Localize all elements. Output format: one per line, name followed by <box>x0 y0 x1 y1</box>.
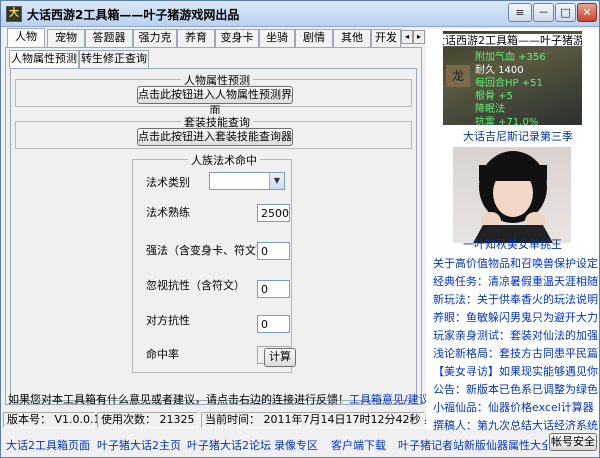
game-stats-image[interactable]: 大话西游2工具箱——叶子猪游戏网出品 龙 附加气血 +356 耐久 1400 每… <box>443 31 582 125</box>
news-item[interactable]: 小福仙品：仙器价格excel计算器 <box>433 399 599 415</box>
app-window: 大 大话西游2工具箱——叶子猪游戏网出品 ≡ － □ ✕ 人物 宠物 答题器 强… <box>0 0 600 458</box>
news-item[interactable]: 养眼：鱼敏躲闪男鬼只为避开大力 <box>433 309 599 325</box>
news-item[interactable]: 关于高价值物品和召唤兽保护设定 <box>433 255 599 271</box>
group-set-skill: 套装技能查询 点击此按钮进入套装技能查询器 <box>15 114 412 149</box>
caption-beauty[interactable]: 一叶知秋美女单挑王 <box>463 236 562 252</box>
news-item[interactable]: 公告：新版本已色系已调整为绿色 <box>433 381 599 397</box>
version-label: 版本号： V1.0.0.1 <box>3 412 101 428</box>
portrait-photo[interactable] <box>453 147 571 243</box>
subtab-rebirth-correction[interactable]: 转生修正查询 <box>79 50 149 68</box>
spell-type-select[interactable]: ▼ <box>209 172 285 190</box>
caption-record[interactable]: 大话吉尼斯记录第三季 <box>463 128 573 144</box>
tab-other[interactable]: 其他 <box>333 29 371 47</box>
link-video-zone[interactable]: 录像专区 <box>274 437 318 453</box>
portrait-graphic <box>473 151 553 243</box>
link-toolbox-page[interactable]: 大话2工具箱页面 <box>6 437 90 453</box>
link-client-download[interactable]: 客户端下载 <box>331 437 386 453</box>
sword-icon: 龙 <box>446 65 470 87</box>
attribute-predict-content: 人物属性预测 点击此按钮进入人物属性预测界面 套装技能查询 点击此按钮进入套装技… <box>10 68 417 401</box>
calculate-button[interactable]: 计算 <box>264 348 296 367</box>
character-panel: 人物属性预测 转生修正查询 人物属性预测 点击此按钮进入人物属性预测界面 套装技… <box>5 47 422 405</box>
tab-character[interactable]: 人物 <box>7 28 45 48</box>
tab-quiz[interactable]: 答题器 <box>85 29 133 47</box>
news-item[interactable]: 浅论新格局：套技方古同患平民篇 <box>433 345 599 361</box>
tab-story[interactable]: 剧情 <box>295 29 333 47</box>
sidebar: 大话西游2工具箱——叶子猪游戏网出品 龙 附加气血 +356 耐久 1400 每… <box>426 29 599 432</box>
app-icon: 大 <box>6 6 22 22</box>
game-stat: 抗雷 +71.0% <box>475 117 539 125</box>
tab-scroll-left-icon[interactable]: ◂ <box>401 30 413 44</box>
tab-develop[interactable]: 开发 <box>371 29 401 47</box>
account-security-button[interactable]: 帐号安全 <box>549 433 597 451</box>
opponent-resist-input[interactable] <box>257 315 290 333</box>
tab-qianglike[interactable]: 强力克 <box>133 29 177 47</box>
close-button[interactable]: ✕ <box>577 3 597 22</box>
bottom-link-bar: 大话2工具箱页面 叶子猪大话2主页 叶子猪大话2论坛 录像专区 客户端下载 叶子… <box>1 431 599 457</box>
chevron-down-icon[interactable]: ▼ <box>269 173 284 189</box>
title-bar[interactable]: 大 大话西游2工具箱——叶子猪游戏网出品 ≡ － □ ✕ <box>1 1 599 27</box>
news-item[interactable]: 玩家亲身测试：套装对仙法的加强 <box>433 327 599 343</box>
menu-button[interactable]: ≡ <box>508 3 532 22</box>
tab-scroll-right-icon[interactable]: ▸ <box>413 30 425 44</box>
hit-rate-label: 命中率 <box>146 348 179 361</box>
feedback-line: 如果您对本工具箱有什么意见或者建议，请点击右边的连接进行反馈！工具箱意见/建议反… <box>8 391 452 407</box>
spell-skill-label: 法术熟练 <box>146 206 190 219</box>
news-item[interactable]: 经典任务：清凉暑假重温天涯相随 <box>433 273 599 289</box>
link-dh2-home[interactable]: 叶子猪大话2主页 <box>97 437 181 453</box>
open-set-skill-button[interactable]: 点击此按钮进入套装技能查询器 <box>137 128 293 146</box>
game-image-title: 大话西游2工具箱——叶子猪游戏网出品 <box>443 33 582 47</box>
maximize-button[interactable]: □ <box>555 3 576 22</box>
use-count-label: 使用次数： 21325 <box>97 412 199 428</box>
status-bar: 版本号： V1.0.0.1 使用次数： 21325 当前时间： 2011年7月1… <box>1 410 457 430</box>
spell-type-label: 法术类别 <box>146 176 190 189</box>
spell-power-input[interactable] <box>257 242 290 260</box>
news-item[interactable]: 新玩法：关于供奉香火的玩法说明 <box>433 291 599 307</box>
spell-skill-input[interactable] <box>257 204 290 222</box>
feedback-text: 如果您对本工具箱有什么意见或者建议，请点击右边的连接进行反馈！ <box>8 393 349 406</box>
tab-mount[interactable]: 坐骑 <box>259 29 295 47</box>
spell-power-label: 强法（含变身卡、符文） <box>146 244 267 257</box>
group-spell-hit-title: 人族法术命中 <box>188 152 260 168</box>
news-item[interactable]: 【美女寻访】如果现实能够遇见你 <box>433 363 599 379</box>
open-attribute-predict-button[interactable]: 点击此按钮进入人物属性预测界面 <box>137 86 293 117</box>
link-reporter-station[interactable]: 叶子猪记者站 <box>398 437 464 453</box>
subtab-attribute-predict[interactable]: 人物属性预测 <box>9 50 79 68</box>
tab-transform-card[interactable]: 变身卡 <box>215 29 259 47</box>
ignore-resist-label: 忽视抗性（含符文） <box>146 279 245 292</box>
minimize-button[interactable]: － <box>533 3 554 22</box>
main-tab-bar: 人物 宠物 答题器 强力克 养育 变身卡 坐骑 剧情 其他 开发 ◂ ▸ <box>5 28 425 48</box>
link-dh2-forum[interactable]: 叶子猪大话2论坛 <box>187 437 271 453</box>
link-artifact-attributes[interactable]: 新版仙器属性大全 <box>464 437 547 453</box>
opponent-resist-label: 对方抗性 <box>146 314 190 327</box>
tab-pet[interactable]: 宠物 <box>47 29 85 47</box>
group-attribute-predict: 人物属性预测 点击此按钮进入人物属性预测界面 <box>15 72 412 117</box>
tab-raise[interactable]: 养育 <box>177 29 215 47</box>
news-item[interactable]: 撰稿人：第九次总结大话经济系统 <box>433 417 599 433</box>
ignore-resist-input[interactable] <box>257 280 290 298</box>
group-spell-hit: 人族法术命中 法术类别 ▼ 法术熟练 强法（含变身卡、符文） 忽视抗性（含符文）… <box>132 152 292 373</box>
current-time-label: 当前时间： 2011年7月14日17时12分42秒 星期四 <box>201 412 457 428</box>
window-title: 大话西游2工具箱——叶子猪游戏网出品 <box>27 8 240 22</box>
